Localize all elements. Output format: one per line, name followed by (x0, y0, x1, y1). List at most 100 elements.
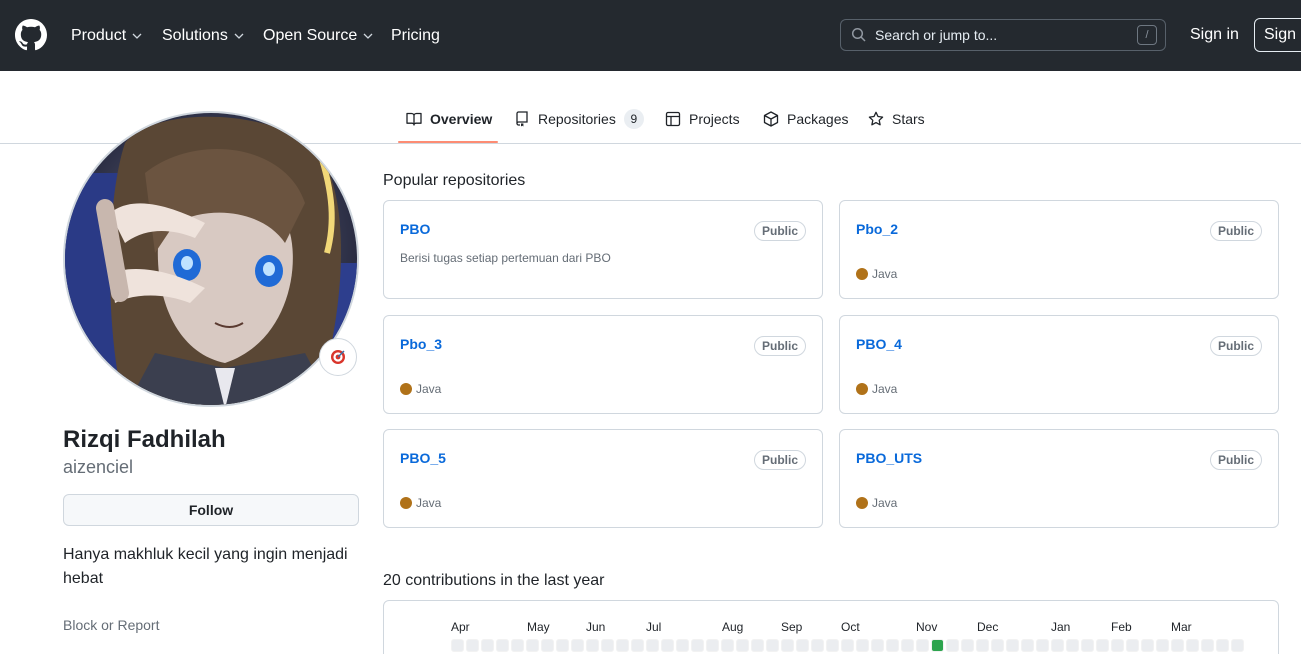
contribution-day-cell[interactable] (631, 639, 644, 652)
contribution-day-cell[interactable] (1216, 639, 1229, 652)
contribution-day-cell[interactable] (1126, 639, 1139, 652)
contribution-day-cell[interactable] (646, 639, 659, 652)
contribution-day-cell[interactable] (661, 639, 674, 652)
tab-packages[interactable]: Packages (763, 108, 848, 130)
contribution-day-cell[interactable] (1231, 639, 1244, 652)
contribution-day-cell[interactable] (616, 639, 629, 652)
contribution-day-cell[interactable] (511, 639, 524, 652)
chevron-down-icon (132, 33, 142, 39)
sign-up-button[interactable]: Sign up (1254, 18, 1301, 52)
contribution-day-cell[interactable] (526, 639, 539, 652)
repo-card: Pbo_3 Public Java (383, 315, 823, 414)
contribution-day-cell[interactable] (1186, 639, 1199, 652)
contribution-day-cell[interactable] (1111, 639, 1124, 652)
contribution-day-cell[interactable] (976, 639, 989, 652)
chevron-down-icon (234, 33, 244, 39)
status-emoji-badge[interactable] (319, 338, 357, 376)
month-label: Nov (916, 620, 938, 634)
repo-link[interactable]: PBO_4 (856, 336, 902, 352)
contribution-day-cell[interactable] (871, 639, 884, 652)
search-icon (851, 27, 866, 42)
contribution-day-cell[interactable] (496, 639, 509, 652)
repo-icon (516, 111, 528, 127)
github-logo-icon[interactable] (15, 19, 47, 51)
contribution-day-cell[interactable] (1021, 639, 1034, 652)
contribution-day-cell[interactable] (1081, 639, 1094, 652)
contribution-day-cell[interactable] (811, 639, 824, 652)
contribution-day-cell[interactable] (481, 639, 494, 652)
contribution-day-cell[interactable] (1066, 639, 1079, 652)
sign-in-link[interactable]: Sign in (1190, 24, 1239, 46)
tab-stars[interactable]: Stars (868, 108, 925, 130)
contribution-day-cell[interactable] (1051, 639, 1064, 652)
contribution-day-cell[interactable] (721, 639, 734, 652)
contribution-day-cell[interactable] (571, 639, 584, 652)
contribution-day-cell[interactable] (796, 639, 809, 652)
nav-open-source[interactable]: Open Source (263, 25, 373, 47)
package-icon (763, 111, 779, 127)
contribution-day-cell[interactable] (691, 639, 704, 652)
contribution-day-cell[interactable] (901, 639, 914, 652)
contribution-day-cell[interactable] (541, 639, 554, 652)
contribution-day-cell[interactable] (556, 639, 569, 652)
contribution-day-cell[interactable] (826, 639, 839, 652)
contribution-day-cell[interactable] (1141, 639, 1154, 652)
contribution-day-cell[interactable] (1201, 639, 1214, 652)
repo-link[interactable]: PBO_5 (400, 450, 446, 466)
chevron-down-icon (363, 33, 373, 39)
repo-link[interactable]: PBO (400, 221, 430, 237)
nav-pricing[interactable]: Pricing (391, 25, 440, 47)
repo-card: PBO_5 Public Java (383, 429, 823, 528)
month-label: Jul (646, 620, 662, 634)
contribution-day-cell[interactable] (466, 639, 479, 652)
language-color-dot (856, 383, 868, 395)
contribution-day-cell[interactable] (781, 639, 794, 652)
block-or-report-link[interactable]: Block or Report (63, 617, 159, 633)
nav-product[interactable]: Product (71, 25, 142, 47)
contribution-day-cell[interactable] (451, 639, 464, 652)
contribution-day-cell[interactable] (601, 639, 614, 652)
contribution-day-cell[interactable] (736, 639, 749, 652)
tab-overview[interactable]: Overview (406, 108, 492, 130)
contribution-day-cell[interactable] (1006, 639, 1019, 652)
language-color-dot (400, 497, 412, 509)
contribution-day-cell[interactable] (946, 639, 959, 652)
contribution-day-cell[interactable] (1036, 639, 1049, 652)
target-icon (331, 350, 345, 364)
follow-button[interactable]: Follow (63, 494, 359, 526)
month-label: Dec (977, 620, 999, 634)
contribution-day-cell[interactable] (706, 639, 719, 652)
month-label: Jan (1051, 620, 1071, 634)
month-label: Jun (586, 620, 606, 634)
contribution-day-cell[interactable] (931, 639, 944, 652)
search-input[interactable]: Search or jump to... / (840, 19, 1166, 51)
tab-projects[interactable]: Projects (665, 108, 740, 130)
contribution-day-cell[interactable] (1156, 639, 1169, 652)
contribution-day-cell[interactable] (886, 639, 899, 652)
contribution-day-cell[interactable] (586, 639, 599, 652)
avatar[interactable] (63, 111, 359, 407)
contribution-day-cell[interactable] (961, 639, 974, 652)
repositories-count-badge: 9 (623, 109, 644, 129)
repo-language: Java (856, 267, 897, 281)
contribution-day-cell[interactable] (916, 639, 929, 652)
repo-link[interactable]: PBO_UTS (856, 450, 922, 466)
repo-card: Pbo_2 Public Java (839, 200, 1279, 299)
popular-repositories-title: Popular repositories (383, 172, 526, 189)
month-label: Mar (1171, 620, 1192, 634)
nav-solutions[interactable]: Solutions (162, 25, 244, 47)
contribution-day-cell[interactable] (751, 639, 764, 652)
avatar-illustration (65, 113, 357, 405)
tab-repositories[interactable]: Repositories 9 (514, 108, 644, 130)
contribution-day-cell[interactable] (1096, 639, 1109, 652)
contribution-day-cell[interactable] (991, 639, 1004, 652)
contribution-day-cell[interactable] (856, 639, 869, 652)
repo-language: Java (400, 382, 441, 396)
contribution-day-cell[interactable] (1171, 639, 1184, 652)
contributions-title: 20 contributions in the last year (383, 572, 605, 589)
contribution-day-cell[interactable] (841, 639, 854, 652)
repo-link[interactable]: Pbo_3 (400, 336, 442, 352)
contribution-day-cell[interactable] (676, 639, 689, 652)
contribution-day-cell[interactable] (766, 639, 779, 652)
repo-link[interactable]: Pbo_2 (856, 221, 898, 237)
